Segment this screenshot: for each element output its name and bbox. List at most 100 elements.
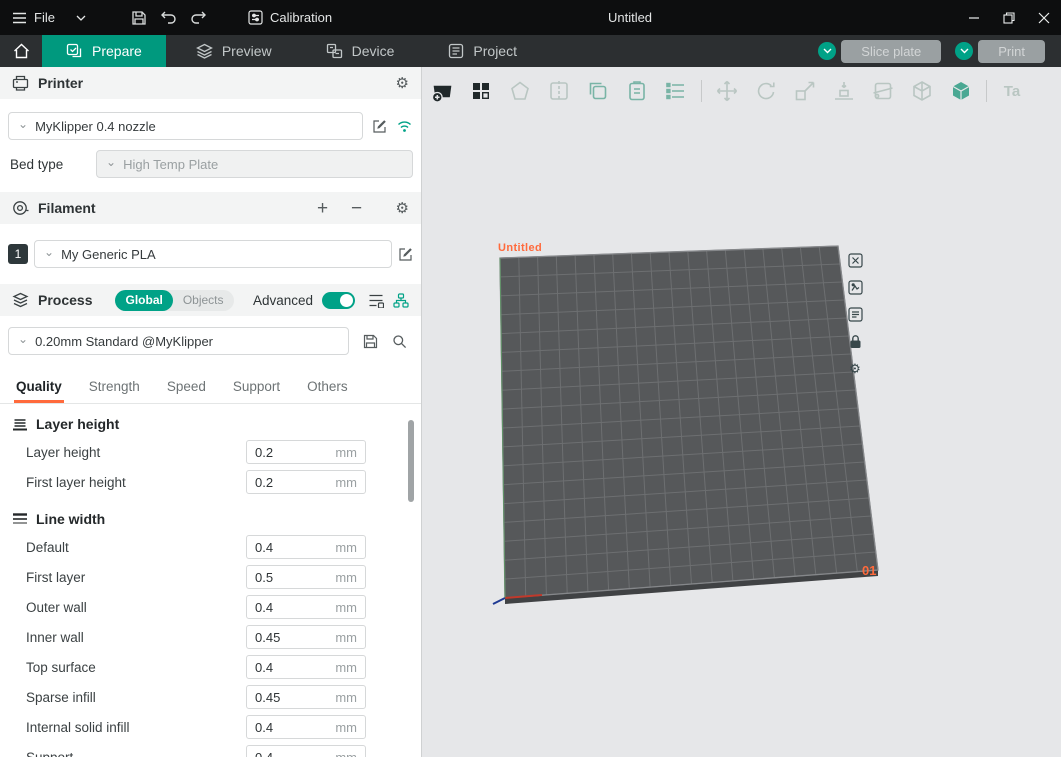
- filament-preset-value: My Generic PLA: [61, 247, 156, 262]
- param-row-default: Default mm: [0, 532, 421, 562]
- printer-section-title: Printer: [38, 75, 83, 91]
- minimize-button[interactable]: [956, 0, 991, 35]
- sidebar-scrollbar[interactable]: [408, 420, 414, 502]
- auto-orient-icon[interactable]: [506, 77, 534, 105]
- filament-settings-gear-icon[interactable]: ⚙: [396, 201, 409, 216]
- move-icon[interactable]: [713, 77, 741, 105]
- close-button[interactable]: [1026, 0, 1061, 35]
- undo-button[interactable]: [154, 4, 184, 32]
- top-surface-input-wrap: mm: [246, 655, 366, 679]
- add-filament-button[interactable]: +: [314, 199, 332, 218]
- delete-plate-icon[interactable]: [846, 251, 864, 269]
- advanced-structure-icon[interactable]: [393, 293, 409, 308]
- edit-filament-preset-icon[interactable]: [398, 247, 413, 262]
- param-label: Internal solid infill: [26, 720, 246, 735]
- inner-wall-input[interactable]: [255, 630, 317, 645]
- top-surface-input[interactable]: [255, 660, 317, 675]
- file-menu-label: File: [34, 10, 55, 25]
- inner-wall-input-wrap: mm: [246, 625, 366, 649]
- unit-label: mm: [335, 445, 357, 460]
- add-plate-icon[interactable]: [428, 77, 456, 105]
- search-settings-icon[interactable]: [392, 334, 407, 349]
- tab-support[interactable]: Support: [233, 379, 280, 403]
- print-button[interactable]: Print: [978, 40, 1045, 63]
- sparse-infill-input[interactable]: [255, 690, 317, 705]
- param-row-inner-wall: Inner wall mm: [0, 622, 421, 652]
- save-button[interactable]: [124, 4, 154, 32]
- color-paint-icon[interactable]: [947, 77, 975, 105]
- unit-label: mm: [335, 475, 357, 490]
- support-line-width-input[interactable]: [255, 750, 317, 757]
- split-objects-icon[interactable]: [545, 77, 573, 105]
- scope-global-segment[interactable]: Global: [115, 290, 172, 311]
- default-line-width-input[interactable]: [255, 540, 317, 555]
- scale-icon[interactable]: [791, 77, 819, 105]
- calibration-button[interactable]: Calibration: [240, 0, 340, 35]
- paste-icon[interactable]: [623, 77, 651, 105]
- filament-slot-badge[interactable]: 1: [8, 244, 28, 264]
- layer-height-input[interactable]: [255, 445, 317, 460]
- unit-label: mm: [335, 720, 357, 735]
- tab-prepare[interactable]: Prepare: [42, 35, 166, 67]
- scope-objects-segment[interactable]: Objects: [173, 290, 234, 311]
- outer-wall-input[interactable]: [255, 600, 317, 615]
- text-tool-icon[interactable]: Ta: [998, 77, 1026, 105]
- first-layer-height-input-wrap: mm: [246, 470, 366, 494]
- build-plate[interactable]: [422, 67, 1060, 757]
- internal-solid-infill-input[interactable]: [255, 720, 317, 735]
- print-options-dropdown[interactable]: [955, 42, 973, 60]
- tab-project[interactable]: Project: [424, 35, 541, 67]
- slice-options-dropdown[interactable]: [818, 42, 836, 60]
- bed-type-select[interactable]: ⌄ High Temp Plate: [96, 150, 413, 178]
- mesh-split-icon[interactable]: [908, 77, 936, 105]
- copy-icon[interactable]: [584, 77, 612, 105]
- printer-connection-icon[interactable]: [396, 119, 413, 133]
- rotate-icon[interactable]: [752, 77, 780, 105]
- edit-printer-preset-icon[interactable]: [372, 119, 387, 134]
- first-layer-line-width-input[interactable]: [255, 570, 317, 585]
- outer-wall-input-wrap: mm: [246, 595, 366, 619]
- options-list-icon[interactable]: [368, 293, 384, 308]
- object-list-icon[interactable]: [662, 77, 690, 105]
- printer-settings-gear-icon[interactable]: ⚙: [396, 76, 409, 91]
- slice-plate-button[interactable]: Slice plate: [841, 40, 941, 63]
- sparse-infill-input-wrap: mm: [246, 685, 366, 709]
- tab-preview[interactable]: Preview: [172, 35, 296, 67]
- file-menu-button[interactable]: File: [0, 0, 98, 35]
- tab-quality[interactable]: Quality: [16, 379, 62, 403]
- viewport-3d[interactable]: Ta Untitled 01: [422, 67, 1061, 757]
- param-row-first-layer: First layer mm: [0, 562, 421, 592]
- lock-plate-icon[interactable]: [846, 332, 864, 350]
- arrange-icon[interactable]: [467, 77, 495, 105]
- filament-preset-select[interactable]: ⌄ My Generic PLA: [34, 240, 392, 268]
- unit-label: mm: [335, 750, 357, 757]
- filament-section-title: Filament: [38, 200, 96, 216]
- home-button[interactable]: [0, 35, 42, 67]
- plate-actions: Slice plate Print: [818, 35, 1061, 67]
- advanced-label: Advanced: [253, 293, 313, 308]
- plate-name-label[interactable]: Untitled: [498, 242, 542, 254]
- remove-filament-button[interactable]: −: [348, 199, 366, 218]
- param-row-support: Support mm: [0, 742, 421, 757]
- cut-icon[interactable]: [869, 77, 897, 105]
- tab-strength[interactable]: Strength: [89, 379, 140, 403]
- save-preset-icon[interactable]: [363, 334, 378, 349]
- tab-others[interactable]: Others: [307, 379, 348, 403]
- process-preset-value: 0.20mm Standard @MyKlipper: [35, 334, 213, 349]
- document-title: Untitled: [608, 10, 652, 25]
- redo-button[interactable]: [184, 4, 214, 32]
- advanced-toggle[interactable]: [322, 292, 355, 309]
- first-layer-height-input[interactable]: [255, 475, 317, 490]
- tab-speed[interactable]: Speed: [167, 379, 206, 403]
- restore-button[interactable]: [991, 0, 1026, 35]
- tab-device[interactable]: Device: [302, 35, 419, 67]
- lay-on-face-icon[interactable]: [830, 77, 858, 105]
- printer-preset-select[interactable]: ⌄ MyKlipper 0.4 nozzle: [8, 112, 363, 140]
- param-label: Top surface: [26, 660, 246, 675]
- process-preset-select[interactable]: ⌄ 0.20mm Standard @MyKlipper: [8, 327, 349, 355]
- param-label: First layer: [26, 570, 246, 585]
- arrange-plate-icon[interactable]: [846, 278, 864, 296]
- plate-settings-icon[interactable]: ⚙: [846, 359, 864, 377]
- rename-plate-icon[interactable]: [846, 305, 864, 323]
- param-label: Default: [26, 540, 246, 555]
